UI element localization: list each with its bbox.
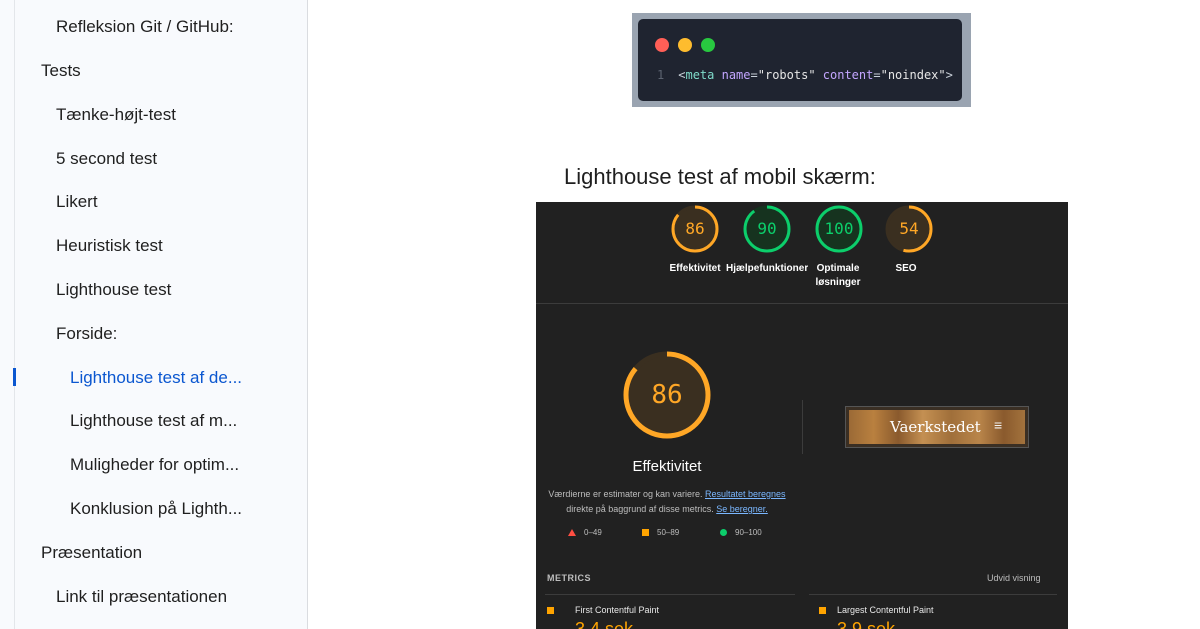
note-text-2: direkte på baggrund af disse metrics. <box>566 504 717 514</box>
sidebar-item-praesentation[interactable]: Præsentation <box>41 543 142 563</box>
metric-fcp-name: First Contentful Paint <box>575 605 660 615</box>
metrics-title: METRICS <box>547 573 591 583</box>
category-score-gauge[interactable]: 54 <box>884 204 934 254</box>
code-attr-content: content <box>822 68 874 82</box>
sidebar-item-muligheder[interactable]: Muligheder for optim... <box>70 455 239 475</box>
code-tag-name: meta <box>685 68 715 82</box>
code-attr-name: name <box>721 68 751 82</box>
section-heading: Lighthouse test af mobil skærm: <box>564 164 876 189</box>
sidebar-item-refleksion-git[interactable]: Refleksion Git / GitHub: <box>56 17 234 37</box>
sidebar-item-lighthouse-desktop[interactable]: Lighthouse test af de... <box>70 368 242 388</box>
calculator-link[interactable]: Se beregner. <box>716 504 768 514</box>
sidebar-item-taenke-hojt-test[interactable]: Tænke-højt-test <box>56 105 176 125</box>
metric-divider <box>545 594 795 595</box>
category-score-gauge[interactable]: 100 <box>814 204 864 254</box>
code-equals-2: = <box>873 68 881 82</box>
thumbnail-logo: Vaerkstedet <box>890 418 981 436</box>
category-score-value: 90 <box>757 219 777 238</box>
category-score-label: Hjælpefunktioner <box>726 263 808 274</box>
main-score-label: Effektivitet <box>632 458 702 475</box>
category-score-value: 100 <box>824 219 854 238</box>
sidebar-item-forside[interactable]: Forside: <box>56 324 117 344</box>
sidebar-item-lighthouse-test[interactable]: Lighthouse test <box>56 280 171 300</box>
category-score-gauge[interactable]: 86 <box>670 204 720 254</box>
legend-range: 50–89 <box>657 528 680 537</box>
sidebar-item-konklusion[interactable]: Konklusion på Lighth... <box>70 499 242 519</box>
code-snippet-image: 1 <meta name="robots" content="noindex"> <box>632 13 971 107</box>
main-score-value: 86 <box>651 380 683 410</box>
legend-range: 0–49 <box>584 528 602 537</box>
category-score-label: Optimale løsninger <box>815 263 861 288</box>
hamburger-icon: ≡ <box>994 417 1003 433</box>
sidebar-item-likert[interactable]: Likert <box>56 192 98 212</box>
note-text: Værdierne er estimater og kan variere. <box>548 489 705 499</box>
circle-icon <box>720 529 727 537</box>
code-equals: = <box>750 68 758 82</box>
page-screenshot-thumbnail: Vaerkstedet ≡ <box>845 406 1029 448</box>
triangle-icon <box>568 529 576 537</box>
code-attr-value-2: "noindex" <box>880 68 946 82</box>
metric-lcp-name: Largest Contentful Paint <box>837 605 934 615</box>
metric-divider <box>809 594 1057 595</box>
square-icon <box>642 529 649 537</box>
metric-fcp-value: 3,4 sek. <box>575 619 639 629</box>
metric-lcp-value: 3,9 sek. <box>837 619 901 629</box>
expand-view-toggle[interactable]: Udvid visning <box>987 573 1041 583</box>
sidebar-item-tests[interactable]: Tests <box>41 61 81 81</box>
line-number: 1 <box>657 68 665 82</box>
category-score-label: SEO <box>895 263 917 274</box>
code-close-bracket: > <box>945 68 953 82</box>
active-item-marker <box>13 368 16 386</box>
metric-square-icon <box>819 607 826 614</box>
window-minimize-dot-icon <box>678 38 692 52</box>
sidebar-item-lighthouse-mobil[interactable]: Lighthouse test af m... <box>70 411 237 431</box>
window-maximize-dot-icon <box>701 38 715 52</box>
category-score-label: Effektivitet <box>669 263 721 274</box>
sidebar-item-heuristisk-test[interactable]: Heuristisk test <box>56 236 163 256</box>
window-close-dot-icon <box>655 38 669 52</box>
category-score-value: 86 <box>685 219 705 238</box>
report-divider <box>536 303 1068 304</box>
result-link[interactable]: Resultatet beregnes <box>705 489 786 499</box>
category-score-gauge[interactable]: 90 <box>742 204 792 254</box>
sidebar-outline: Refleksion Git / GitHub: Tests Tænke-høj… <box>0 0 308 629</box>
category-score-value: 54 <box>899 219 919 238</box>
report-divider-vertical <box>802 400 803 454</box>
code-attr-value: "robots" <box>757 68 816 82</box>
lighthouse-report-image: 86 Effektivitet 90 Hjælpefunktioner 100 Optim… <box>536 202 1068 629</box>
code-window: 1 <meta name="robots" content="noindex"> <box>638 19 962 101</box>
sidebar-item-link-praesentation[interactable]: Link til præsentationen <box>56 587 227 607</box>
legend-pass: 90–100 <box>720 528 762 537</box>
score-note: Værdierne er estimater og kan variere. R… <box>544 487 790 517</box>
metric-square-icon <box>547 607 554 614</box>
legend-average: 50–89 <box>642 528 679 537</box>
main-score-gauge: 86 <box>622 350 712 440</box>
outline-rail <box>14 0 15 629</box>
code-line: 1 <meta name="robots" content="noindex"> <box>657 68 953 82</box>
legend-range: 90–100 <box>735 528 762 537</box>
sidebar-item-5-second-test[interactable]: 5 second test <box>56 149 157 169</box>
legend-fail: 0–49 <box>568 528 602 537</box>
